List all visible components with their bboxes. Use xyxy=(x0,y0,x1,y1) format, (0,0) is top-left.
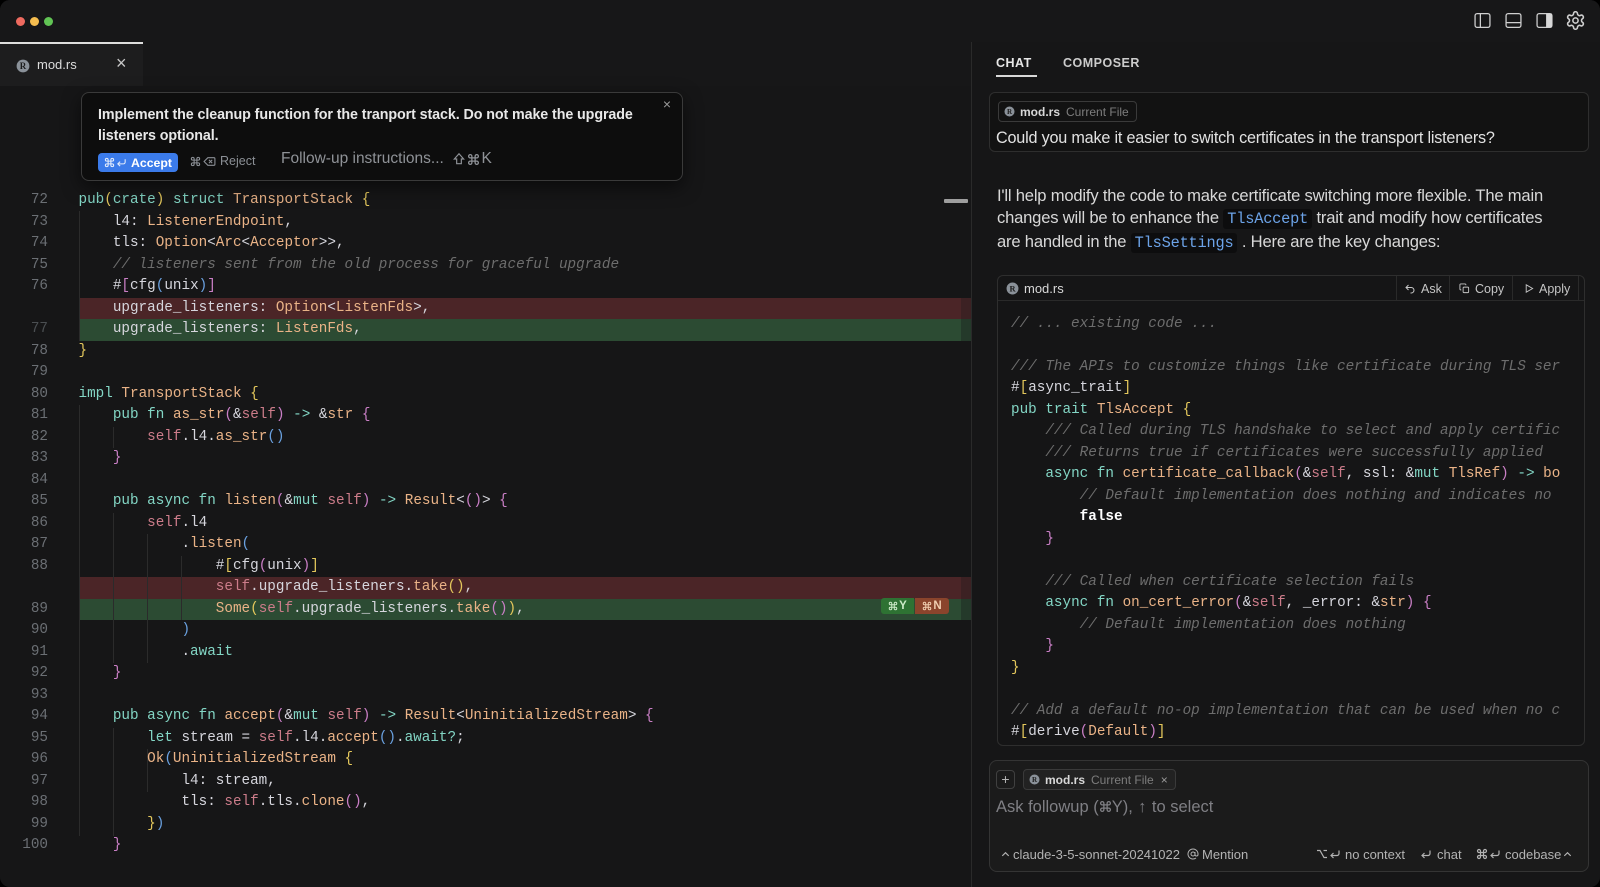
svg-text:R: R xyxy=(1007,108,1013,116)
svg-text:R: R xyxy=(1009,284,1016,293)
svg-text:R: R xyxy=(1032,776,1038,784)
svg-text:R: R xyxy=(20,61,27,71)
